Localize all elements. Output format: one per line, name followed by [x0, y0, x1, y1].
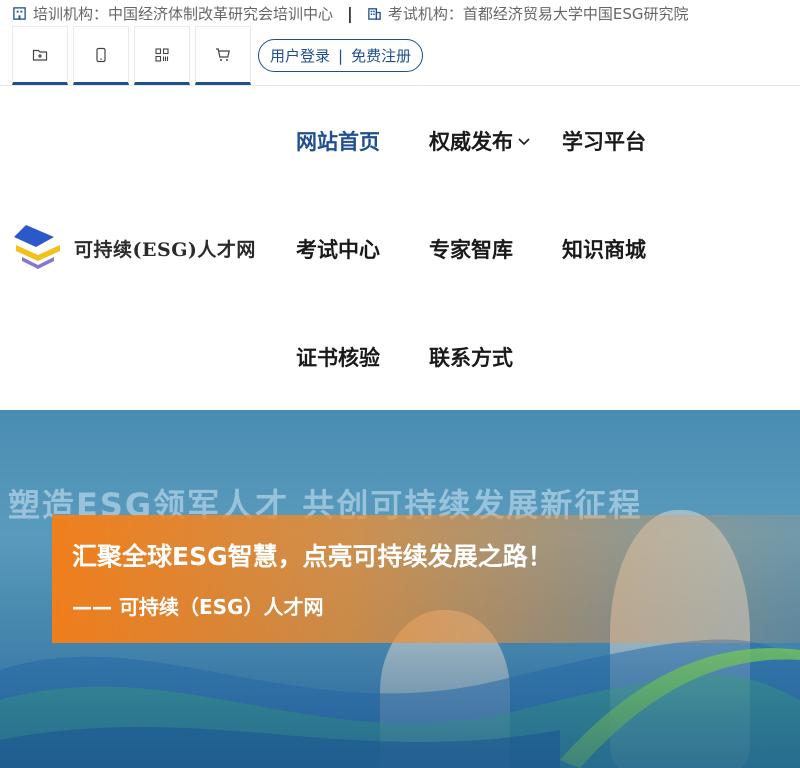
qrcode-icon: [155, 47, 169, 62]
qrcode-button[interactable]: [134, 26, 190, 85]
cart-button[interactable]: [195, 26, 251, 85]
top-info-bar: 培训机构：中国经济体制改革研究会培训中心 | 考试机构：首都经济贸易大学中国ES…: [0, 0, 800, 26]
nav-learning[interactable]: 学习平台: [562, 126, 646, 156]
nav-experts[interactable]: 专家智库: [429, 234, 513, 264]
toolbar: 用户登录 | 免费注册: [12, 26, 424, 86]
chevron-down-icon: [518, 138, 530, 146]
topbar-separator: |: [347, 3, 353, 23]
mobile-icon: [96, 47, 106, 62]
training-org: 培训机构：中国经济体制改革研究会培训中心: [12, 3, 333, 24]
banner-headline: 汇聚全球ESG智慧，点亮可持续发展之路！: [72, 542, 553, 571]
exam-org-text: 考试机构：首都经济贸易大学中国ESG研究院: [387, 4, 689, 23]
mobile-button[interactable]: [73, 26, 129, 85]
nav-home-label: 网站首页: [296, 130, 380, 154]
main-nav: 网站首页 权威发布 学习平台 考试中心 专家智库 知识商城 证书核验 联系方式: [296, 86, 716, 410]
training-org-text: 培训机构：中国经济体制改革研究会培训中心: [33, 4, 334, 23]
nav-store[interactable]: 知识商城: [562, 234, 646, 264]
nav-experts-label: 专家智库: [429, 238, 513, 262]
register-link[interactable]: 免费注册: [351, 45, 411, 66]
nav-contact[interactable]: 联系方式: [429, 342, 513, 372]
nav-exam-center-label: 考试中心: [296, 238, 380, 262]
exam-org: 考试机构：首都经济贸易大学中国ESG研究院: [367, 3, 689, 24]
nav-certificate-check-label: 证书核验: [296, 346, 380, 370]
logo-text: 可持续(ESG)人才网: [74, 238, 256, 261]
banner-subline: —— 可持续（ESG）人才网: [72, 595, 324, 619]
nav-releases-label: 权威发布: [429, 130, 513, 154]
cart-icon: [216, 47, 230, 61]
nav-exam-center[interactable]: 考试中心: [296, 234, 380, 264]
nav-contact-label: 联系方式: [429, 346, 513, 370]
banner-stage-shade: [0, 640, 800, 768]
banner-caption: 汇聚全球ESG智慧，点亮可持续发展之路！ —— 可持续（ESG）人才网: [52, 515, 800, 643]
add-folder-button[interactable]: [12, 26, 68, 85]
nav-learning-label: 学习平台: [562, 130, 646, 154]
nav-releases[interactable]: 权威发布: [429, 126, 531, 156]
login-link[interactable]: 用户登录: [270, 45, 330, 66]
add-folder-icon: [32, 49, 48, 61]
hero-banner[interactable]: 塑造ESG领军人才 共创可持续发展新征程 汇聚全球ESG智慧，点亮可持续发展之路…: [0, 410, 800, 768]
site-logo[interactable]: 可持续(ESG)人才网: [12, 222, 256, 274]
building-icon: [13, 6, 26, 20]
auth-separator: |: [338, 46, 344, 65]
auth-links: 用户登录 | 免费注册: [258, 39, 424, 72]
office-icon: [368, 7, 381, 20]
nav-home[interactable]: 网站首页: [296, 126, 380, 156]
nav-store-label: 知识商城: [562, 238, 646, 262]
nav-certificate-check[interactable]: 证书核验: [296, 342, 380, 372]
graduation-cap-logo-icon: [14, 225, 60, 269]
